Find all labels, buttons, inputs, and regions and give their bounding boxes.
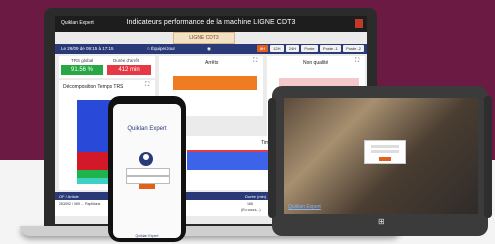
table-cell: 166	[247, 202, 253, 206]
arrets-bar	[173, 76, 257, 90]
kpi-label-trs: TRS global	[71, 58, 94, 63]
table-cell: 263092 / 069 ... Papillions	[59, 202, 101, 206]
column-header: Durée (min)	[245, 194, 267, 199]
range-button-poste-1[interactable]: Poste -1	[319, 45, 341, 52]
kpi-value-trs: 91.56 %	[61, 65, 103, 75]
phone-password-field[interactable]	[126, 176, 170, 184]
tablet-bumper-left	[268, 98, 276, 218]
table-cell: (En cours...)	[241, 208, 261, 212]
phone-notch	[134, 99, 160, 104]
date-toolbar: Le 29/09 de 09:15 à 17:15 ○ Équipe/Jour …	[55, 44, 367, 54]
kpi-label-arret: Durée d'arrêt	[113, 58, 140, 63]
decomposition-title: Décomposition Temps TRS	[63, 84, 124, 90]
arrets-title: Arrêts	[205, 60, 219, 66]
non-qualite-title: Non qualité	[303, 60, 329, 66]
dialog-login-button[interactable]	[379, 157, 391, 161]
phone-login-button[interactable]	[139, 184, 155, 189]
tablet-bumper-right	[484, 96, 492, 218]
expand-icon[interactable]: ⛶	[253, 58, 257, 65]
app-title: Indicateurs performance de la machine LI…	[126, 19, 296, 26]
phone-username-field[interactable]	[126, 168, 170, 176]
kpi-value-arret: 412 min	[107, 65, 151, 75]
expand-icon[interactable]: ⛶	[145, 82, 149, 89]
range-button-poste-2[interactable]: Poste -2	[343, 45, 364, 52]
machine-line-tab[interactable]: LIGNE CDT3	[173, 32, 235, 44]
phone-footer-link[interactable]: Quiklan Expert	[113, 234, 181, 238]
phone-logo: Quiklan Expert	[127, 126, 167, 132]
range-button-group: 8H 12H 24H Poste Poste -1 Poste -2	[256, 45, 364, 52]
radio-option[interactable]: ◉	[207, 46, 211, 52]
column-header: OF / Article	[59, 194, 79, 199]
phone-screen: Quiklan Expert Quiklan Expert	[113, 104, 181, 238]
close-icon[interactable]	[355, 19, 363, 28]
login-dialog	[364, 140, 406, 164]
radio-equipe[interactable]: ○ Équipe/Jour	[147, 46, 175, 51]
expand-icon[interactable]: ⛶	[355, 58, 359, 65]
app-titlebar: Quiklan Expert Indicateurs performance d…	[55, 16, 367, 32]
range-button-24h[interactable]: 24H	[285, 45, 300, 52]
dialog-field[interactable]	[371, 150, 399, 153]
windows-icon[interactable]: ⊞	[378, 217, 385, 226]
user-avatar-icon	[139, 152, 153, 166]
tablet-brand-link[interactable]: Quiklan Expert	[288, 204, 321, 210]
tablet-screen: Quiklan Expert	[284, 98, 478, 214]
range-button-8h[interactable]: 8H	[256, 45, 268, 52]
date-range-label: Le 29/09 de 09:15 à 17:15	[61, 46, 114, 51]
range-button-poste[interactable]: Poste	[301, 45, 318, 52]
range-button-12h[interactable]: 12H	[270, 45, 284, 52]
dialog-field[interactable]	[371, 145, 399, 148]
